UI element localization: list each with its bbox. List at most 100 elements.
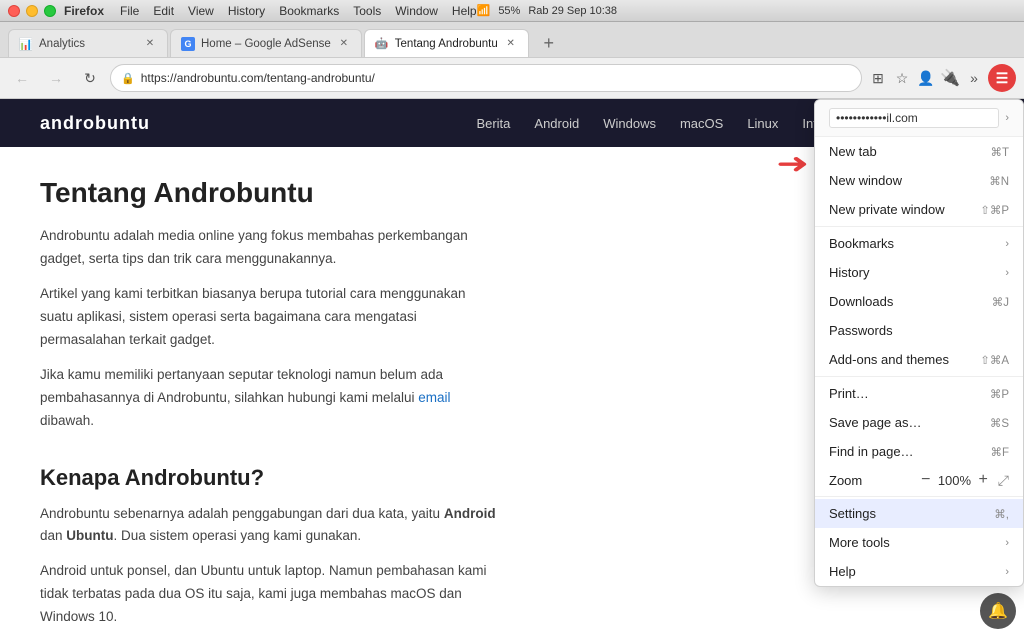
tab-tentang-label: Tentang Androbuntu bbox=[395, 38, 498, 50]
menu-shortcut-new-private-window: ⇧⌘P bbox=[980, 203, 1009, 217]
menu-history[interactable]: History bbox=[228, 4, 265, 18]
menu-zoom-row[interactable]: Zoom − 100% + ⤢ bbox=[815, 466, 1023, 494]
tab-adsense-close[interactable]: ✕ bbox=[337, 37, 351, 51]
window-controls[interactable] bbox=[8, 5, 56, 17]
menu-shortcut-save-page: ⌘S bbox=[990, 416, 1009, 430]
menu-item-new-tab[interactable]: New tab ⌘T bbox=[815, 137, 1023, 166]
nav-windows[interactable]: Windows bbox=[603, 116, 656, 131]
menu-shortcut-downloads: ⌘J bbox=[992, 295, 1009, 309]
menu-arrow-bookmarks: › bbox=[1005, 238, 1009, 250]
menu-email: ••••••••••••il.com bbox=[829, 108, 999, 128]
back-button[interactable]: ← bbox=[8, 64, 36, 92]
menu-item-label-help: Help bbox=[829, 564, 999, 579]
menu-item-label-add-ons-themes: Add-ons and themes bbox=[829, 352, 968, 367]
menu-file[interactable]: File bbox=[120, 4, 139, 18]
menu-item-print[interactable]: Print… ⌘P bbox=[815, 379, 1023, 408]
menu-item-add-ons-themes[interactable]: Add-ons and themes⇧⌘A bbox=[815, 345, 1023, 374]
reader-icon[interactable]: 👤 bbox=[916, 68, 936, 88]
zoom-label: Zoom bbox=[829, 473, 915, 488]
tab-google-adsense[interactable]: G Home – Google AdSense ✕ bbox=[170, 29, 362, 57]
nav-bar: ← → ↻ 🔒 https://androbuntu.com/tentang-a… bbox=[0, 58, 1024, 98]
notification-bell[interactable]: 🔔 bbox=[980, 593, 1016, 629]
menu-help[interactable]: Help bbox=[452, 4, 477, 18]
nav-berita[interactable]: Berita bbox=[476, 116, 510, 131]
minimize-button[interactable] bbox=[26, 5, 38, 17]
tab-tentang-favicon: 🤖 bbox=[375, 37, 389, 51]
menu-shortcut-find-in-page: ⌘F bbox=[990, 445, 1009, 459]
menu-item-new-private-window[interactable]: New private window⇧⌘P bbox=[815, 195, 1023, 224]
para3: Jika kamu memiliki pertanyaan seputar te… bbox=[40, 364, 500, 433]
menu-item-label-print: Print… bbox=[829, 386, 978, 401]
tab-bar: 📊 Analytics ✕ G Home – Google AdSense ✕ … bbox=[0, 22, 1024, 58]
maximize-button[interactable] bbox=[44, 5, 56, 17]
menu-divider bbox=[815, 376, 1023, 377]
menu-edit[interactable]: Edit bbox=[153, 4, 174, 18]
url-text[interactable]: https://androbuntu.com/tentang-androbunt… bbox=[141, 71, 851, 85]
menu-item-find-in-page[interactable]: Find in page… ⌘F bbox=[815, 437, 1023, 466]
menu-item-passwords[interactable]: Passwords bbox=[815, 316, 1023, 345]
menu-item-label-save-page: Save page as… bbox=[829, 415, 978, 430]
menu-item-help[interactable]: Help› bbox=[815, 557, 1023, 586]
menu-view[interactable]: View bbox=[188, 4, 214, 18]
battery-icon: 55% bbox=[498, 5, 520, 17]
zoom-minus-button[interactable]: − bbox=[915, 471, 936, 489]
menu-items-container: New tab ⌘T New window ⌘N New private window⇧… bbox=[815, 137, 1023, 586]
nav-linux[interactable]: Linux bbox=[747, 116, 778, 131]
menu-item-label-new-window: New window bbox=[829, 173, 977, 188]
menu-item-more-tools[interactable]: More tools› bbox=[815, 528, 1023, 557]
zoom-expand-icon[interactable]: ⤢ bbox=[998, 472, 1009, 489]
menu-divider bbox=[815, 226, 1023, 227]
menu-item-settings[interactable]: Settings⌘, bbox=[815, 499, 1023, 528]
system-icons: 📶 55% Rab 29 Sep 10:38 bbox=[477, 4, 617, 17]
content-area: androbuntu Berita Android Windows macOS … bbox=[0, 99, 1024, 641]
clock: Rab 29 Sep 10:38 bbox=[528, 5, 617, 17]
browser-chrome: 📊 Analytics ✕ G Home – Google AdSense ✕ … bbox=[0, 22, 1024, 99]
tab-analytics[interactable]: 📊 Analytics ✕ bbox=[8, 29, 168, 57]
dropdown-menu: ••••••••••••il.com › New tab ⌘T New window… bbox=[814, 99, 1024, 587]
apps-icon[interactable]: ⊞ bbox=[868, 68, 888, 88]
email-link[interactable]: email bbox=[418, 390, 450, 405]
red-arrow-indicator: ➜ bbox=[776, 147, 809, 180]
tab-tentang-close[interactable]: ✕ bbox=[504, 37, 518, 51]
overflow-icon[interactable]: » bbox=[964, 68, 984, 88]
menu-shortcut-print: ⌘P bbox=[990, 387, 1009, 401]
tab-adsense-favicon: G bbox=[181, 37, 195, 51]
nav-macos[interactable]: macOS bbox=[680, 116, 723, 131]
menu-shortcut-new-window: ⌘N bbox=[989, 174, 1009, 188]
titlebar: Firefox File Edit View History Bookmarks… bbox=[0, 0, 1024, 22]
menu-item-new-window[interactable]: New window ⌘N bbox=[815, 166, 1023, 195]
content-left: Androbuntu adalah media online yang foku… bbox=[40, 225, 844, 445]
menu-item-history[interactable]: History› bbox=[815, 258, 1023, 287]
tab-analytics-close[interactable]: ✕ bbox=[143, 37, 157, 51]
menu-item-label-more-tools: More tools bbox=[829, 535, 999, 550]
menu-shortcut-new-tab: ⌘T bbox=[990, 145, 1009, 159]
menu-bar[interactable]: File Edit View History Bookmarks Tools W… bbox=[120, 4, 477, 18]
website-logo: androbuntu bbox=[40, 113, 150, 134]
menu-item-label-passwords: Passwords bbox=[829, 323, 1009, 338]
menu-item-label-find-in-page: Find in page… bbox=[829, 444, 978, 459]
menu-email-row[interactable]: ••••••••••••il.com › bbox=[815, 100, 1023, 137]
nav-android[interactable]: Android bbox=[534, 116, 579, 131]
extension-icon[interactable]: 🔌 bbox=[940, 68, 960, 88]
menu-item-label-new-tab: New tab bbox=[829, 144, 978, 159]
menu-window[interactable]: Window bbox=[395, 4, 438, 18]
address-bar[interactable]: 🔒 https://androbuntu.com/tentang-androbu… bbox=[110, 64, 862, 92]
star-icon[interactable]: ☆ bbox=[892, 68, 912, 88]
tab-analytics-favicon: 📊 bbox=[19, 37, 33, 51]
zoom-plus-button[interactable]: + bbox=[972, 471, 993, 489]
para1: Androbuntu adalah media online yang foku… bbox=[40, 225, 500, 271]
new-tab-button[interactable]: + bbox=[535, 29, 563, 57]
menu-item-downloads[interactable]: Downloads⌘J bbox=[815, 287, 1023, 316]
lock-icon: 🔒 bbox=[121, 72, 135, 85]
close-button[interactable] bbox=[8, 5, 20, 17]
hamburger-menu-button[interactable]: ☰ bbox=[988, 64, 1016, 92]
reload-button[interactable]: ↻ bbox=[76, 64, 104, 92]
tab-tentang[interactable]: 🤖 Tentang Androbuntu ✕ bbox=[364, 29, 529, 57]
tab-adsense-label: Home – Google AdSense bbox=[201, 38, 331, 50]
menu-bookmarks[interactable]: Bookmarks bbox=[279, 4, 339, 18]
menu-item-label-settings: Settings bbox=[829, 506, 982, 521]
menu-item-bookmarks[interactable]: Bookmarks› bbox=[815, 229, 1023, 258]
menu-tools[interactable]: Tools bbox=[353, 4, 381, 18]
forward-button[interactable]: → bbox=[42, 64, 70, 92]
menu-item-save-page[interactable]: Save page as… ⌘S bbox=[815, 408, 1023, 437]
